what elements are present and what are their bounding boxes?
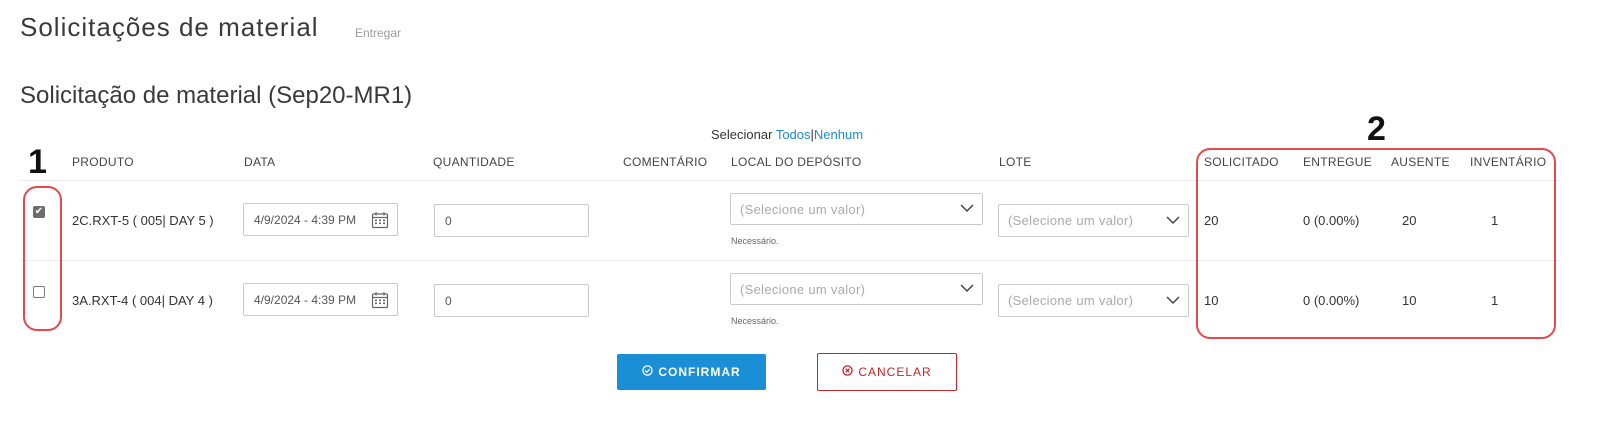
chevron-down-icon [960, 284, 974, 293]
column-header-data: DATA [244, 155, 276, 169]
annotation-box-2 [1196, 148, 1556, 339]
quantity-input[interactable] [434, 204, 589, 237]
product-cell: 3A.RXT-4 ( 004| DAY 4 ) [72, 293, 213, 308]
required-note: Necessário. [731, 316, 779, 326]
deposit-location-placeholder: (Selecione um valor) [740, 201, 866, 217]
deposit-location-placeholder: (Selecione um valor) [740, 281, 866, 297]
cancel-label: CANCELAR [858, 365, 932, 379]
chevron-down-icon [1166, 215, 1180, 224]
deposit-location-select[interactable]: (Selecione um valor) [730, 193, 983, 225]
cancel-button[interactable]: CANCELAR [817, 353, 957, 391]
date-value: 4/9/2024 - 4:39 PM [254, 292, 357, 307]
annotation-label-2: 2 [1367, 110, 1386, 148]
required-note: Necessário. [731, 236, 779, 246]
circle-check-icon [642, 365, 654, 379]
circle-x-icon [842, 365, 854, 379]
column-header-quantidade: QUANTIDADE [433, 155, 515, 169]
select-none-link[interactable]: Nenhum [814, 127, 863, 142]
product-cell: 2C.RXT-5 ( 005| DAY 5 ) [72, 213, 214, 228]
confirm-button[interactable]: CONFIRMAR [617, 354, 766, 390]
chevron-down-icon [960, 204, 974, 213]
confirm-label: CONFIRMAR [658, 365, 741, 379]
select-all-link[interactable]: Todos [776, 127, 811, 142]
annotation-box-1 [23, 186, 62, 331]
lot-select[interactable]: (Selecione um valor) [998, 284, 1189, 317]
deposit-location-select[interactable]: (Selecione um valor) [730, 273, 983, 305]
lot-placeholder: (Selecione um valor) [1008, 293, 1134, 308]
lot-select[interactable]: (Selecione um valor) [998, 204, 1189, 237]
date-value: 4/9/2024 - 4:39 PM [254, 212, 357, 227]
column-header-lote: LOTE [999, 155, 1032, 169]
page-title: Solicitações de material [20, 12, 319, 42]
column-header-local: LOCAL DO DEPÓSITO [731, 155, 862, 169]
date-field[interactable]: 4/9/2024 - 4:39 PM [243, 203, 398, 236]
select-all-row: Selecionar Todos|Nenhum [711, 127, 863, 142]
quantity-input[interactable] [434, 284, 589, 317]
page-subtitle: Entregar [355, 26, 402, 40]
chevron-down-icon [1166, 295, 1180, 304]
annotation-label-1: 1 [28, 143, 47, 181]
select-label: Selecionar [711, 127, 773, 142]
column-header-comentario: COMENTÁRIO [623, 155, 708, 169]
section-title: Solicitação de material (Sep20-MR1) [20, 82, 413, 109]
lot-placeholder: (Selecione um valor) [1008, 213, 1134, 228]
calendar-icon[interactable] [371, 211, 389, 229]
date-field[interactable]: 4/9/2024 - 4:39 PM [243, 283, 398, 316]
calendar-icon[interactable] [371, 291, 389, 309]
column-header-produto: PRODUTO [72, 155, 134, 169]
